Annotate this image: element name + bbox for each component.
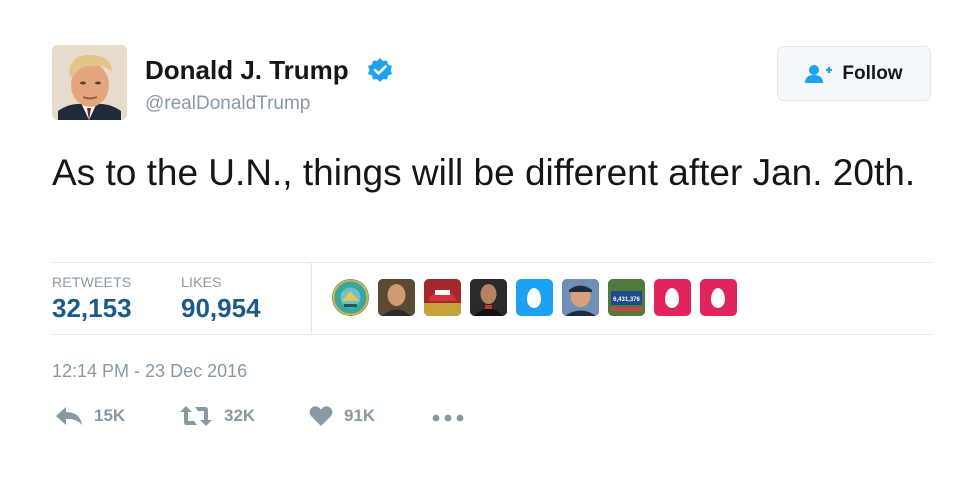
add-user-icon [805, 64, 833, 83]
egg-avatar[interactable] [654, 279, 691, 316]
author-name[interactable]: Donald J. Trump [145, 55, 349, 86]
person-avatar[interactable] [470, 279, 507, 316]
campaign-hat-avatar[interactable] [424, 279, 461, 316]
follow-button[interactable]: Follow [777, 46, 931, 101]
reply-count: 15K [94, 406, 126, 425]
tweet-text: As to the U.N., things will be different… [52, 152, 916, 193]
reply-button[interactable]: 15K [55, 405, 125, 427]
verified-badge-icon [368, 58, 392, 82]
divider [52, 334, 932, 335]
more-dots-icon [432, 414, 464, 422]
egg-avatar[interactable] [700, 279, 737, 316]
more-button[interactable] [432, 414, 464, 422]
liker-avatars: 6,431,376 [332, 279, 737, 316]
divider [52, 262, 932, 263]
sign-text: 6,431,376 [613, 297, 640, 303]
like-button[interactable]: 91K [309, 405, 375, 427]
person-avatar[interactable] [562, 279, 599, 316]
retweet-count: 32K [224, 406, 256, 425]
like-count: 91K [344, 406, 376, 425]
retweet-icon [180, 406, 212, 426]
retweets-label: RETWEETS [52, 274, 132, 290]
likes-count[interactable]: 90,954 [181, 293, 261, 324]
likes-label: LIKES [181, 274, 222, 290]
tweet-timestamp[interactable]: 12:14 PM - 23 Dec 2016 [52, 361, 247, 382]
emblem-avatar[interactable] [332, 279, 369, 316]
egg-icon [527, 288, 541, 308]
sign-avatar[interactable]: 6,431,376 [608, 279, 645, 316]
egg-icon [665, 288, 679, 308]
person-avatar[interactable] [378, 279, 415, 316]
egg-avatar[interactable] [516, 279, 553, 316]
stats-divider [311, 263, 312, 333]
heart-icon [309, 406, 333, 426]
follow-label: Follow [842, 62, 903, 84]
egg-icon [711, 288, 725, 308]
tweet-card: Donald J. Trump @realDonaldTrump Follow … [0, 0, 980, 485]
author-avatar[interactable] [52, 45, 127, 120]
reply-icon [56, 407, 82, 425]
retweet-button[interactable]: 32K [179, 405, 255, 427]
retweets-count[interactable]: 32,153 [52, 293, 132, 324]
author-handle[interactable]: @realDonaldTrump [145, 93, 310, 115]
